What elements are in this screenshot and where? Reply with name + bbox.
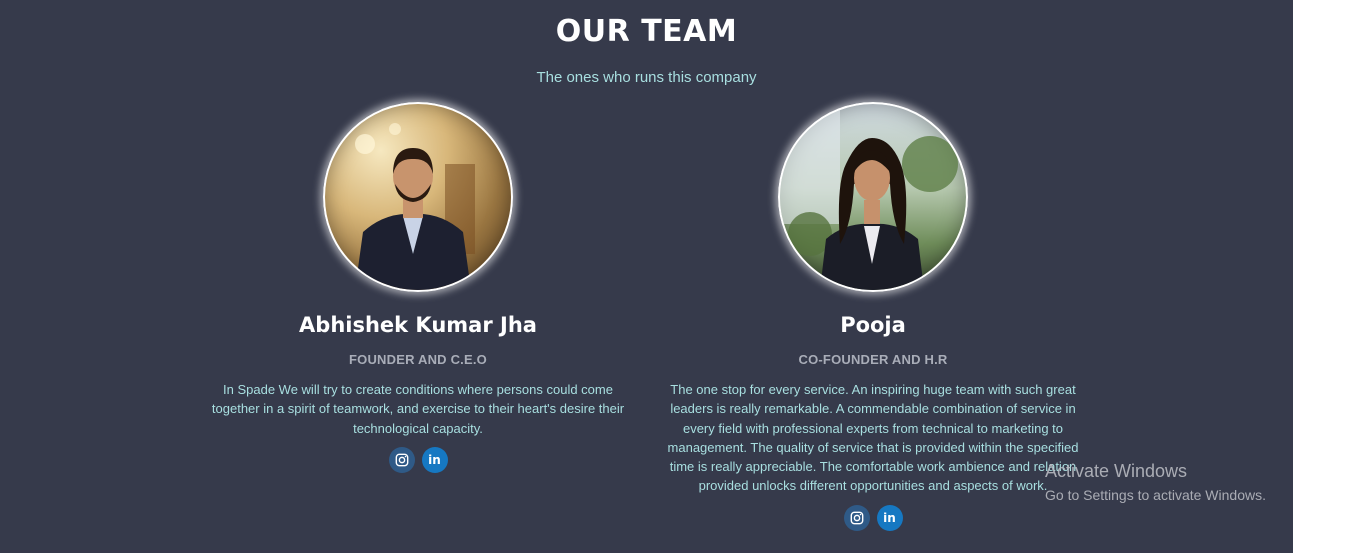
section-subtitle: The ones who runs this company — [536, 69, 757, 86]
person-photo — [780, 104, 958, 290]
social-links: in — [652, 504, 1094, 531]
linkedin-icon: in — [883, 510, 896, 525]
avatar — [778, 102, 968, 292]
member-name: Abhishek Kumar Jha — [299, 313, 537, 337]
avatar — [323, 102, 513, 292]
instagram-icon — [850, 511, 863, 525]
social-links: in — [195, 446, 641, 473]
person-photo — [355, 123, 475, 290]
linkedin-button[interactable]: in — [421, 446, 448, 473]
linkedin-button[interactable]: in — [876, 504, 903, 531]
instagram-button[interactable] — [388, 446, 415, 473]
section-title: OUR TEAM — [555, 14, 738, 49]
linkedin-icon: in — [428, 452, 441, 467]
instagram-button[interactable] — [843, 504, 870, 531]
member-description: The one stop for every service. An inspi… — [667, 382, 1079, 494]
member-name: Pooja — [840, 313, 906, 337]
team-card-pooja: Pooja CO-FOUNDER AND H.R The one stop fo… — [652, 100, 1094, 531]
team-section: OUR TEAM The ones who runs this company … — [0, 0, 1293, 553]
team-card-abhishek: Abhishek Kumar Jha FOUNDER AND C.E.O In … — [195, 100, 641, 473]
member-role: CO-FOUNDER AND H.R — [798, 352, 948, 367]
instagram-icon — [395, 453, 408, 467]
member-role: FOUNDER AND C.E.O — [349, 352, 487, 367]
member-description: In Spade We will try to create condition… — [211, 382, 625, 436]
